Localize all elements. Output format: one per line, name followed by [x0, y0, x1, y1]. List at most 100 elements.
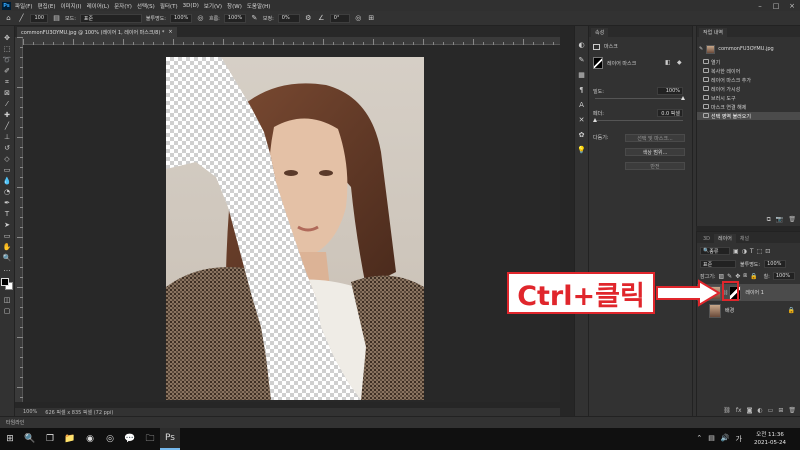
crop-tool-icon[interactable]: ⌗ — [2, 78, 13, 87]
gradient-tool-icon[interactable]: ▭ — [2, 166, 13, 175]
lasso-tool-icon[interactable]: ➰ — [2, 56, 13, 65]
delete-layer-icon[interactable]: 🗑 — [788, 407, 796, 414]
minimize-icon[interactable]: – — [752, 0, 768, 11]
status-zoom[interactable]: 100% — [23, 409, 37, 415]
angle-field[interactable]: 0° — [329, 13, 350, 23]
feather-slider-thumb[interactable] — [592, 118, 597, 122]
tab-layers[interactable]: 레이어 — [714, 234, 736, 243]
filter-pixel-icon[interactable]: ▣ — [733, 248, 739, 255]
invert-button[interactable]: 반전 — [625, 162, 685, 170]
add-mask-icon[interactable]: ◙ — [747, 407, 753, 414]
screen-mode-icon[interactable]: ▢ — [2, 307, 13, 316]
density-field[interactable]: 100% — [657, 87, 683, 95]
adjustment-layer-icon[interactable]: ◐ — [757, 407, 762, 414]
layer-style-icon[interactable]: fx — [736, 407, 742, 414]
menu-filter[interactable]: 필터(T) — [160, 2, 178, 10]
type-tool-icon[interactable]: T — [2, 210, 13, 219]
paths-icon[interactable]: ✎ — [577, 55, 587, 65]
healing-tool-icon[interactable]: ✚ — [2, 111, 13, 120]
swatches-icon[interactable]: ▦ — [577, 70, 587, 80]
vector-mask-icon[interactable]: ◆ — [677, 59, 682, 66]
menu-type[interactable]: 문자(Y) — [114, 2, 132, 10]
horizontal-ruler[interactable] — [23, 37, 560, 45]
paragraph-icon[interactable]: ¶ — [577, 85, 587, 95]
hand-tool-icon[interactable]: ✋ — [2, 243, 13, 252]
tab-properties[interactable]: 속성 — [591, 28, 609, 37]
network-icon[interactable]: ▤ — [708, 434, 715, 444]
tool-presets-icon[interactable]: ✕ — [577, 115, 587, 125]
filter-adjust-icon[interactable]: ◑ — [742, 248, 747, 255]
angle-icon[interactable]: ∠ — [317, 14, 326, 23]
new-layer-icon[interactable]: ⊞ — [778, 407, 783, 414]
filter-smart-icon[interactable]: ⊡ — [765, 248, 770, 255]
document-canvas[interactable] — [166, 57, 424, 400]
timeline-label[interactable]: 타임라인 — [6, 419, 24, 426]
frame-tool-icon[interactable]: ⊠ — [2, 89, 13, 98]
zoom-tool-icon[interactable]: 🔍 — [2, 254, 13, 263]
vertical-ruler[interactable] — [15, 37, 23, 402]
brush-size-preset[interactable]: 100 — [30, 13, 48, 23]
smoothing-field[interactable]: 0% — [277, 13, 300, 23]
filter-type-icon[interactable]: T — [750, 248, 754, 255]
windows-start-icon[interactable]: ⊞ — [0, 428, 20, 450]
taskbar-clock[interactable]: 오전 11:36 2021-05-24 — [754, 431, 786, 447]
foreground-color-swatch[interactable] — [1, 278, 9, 286]
task-view-icon[interactable]: ❐ — [40, 428, 60, 450]
menu-view[interactable]: 보기(V) — [204, 2, 222, 10]
adjustments-icon[interactable]: ◐ — [577, 40, 587, 50]
home-icon[interactable]: ⌂ — [4, 14, 13, 23]
history-item[interactable]: 마스크 연결 해제 — [697, 103, 800, 111]
layer-name[interactable]: 레이어 1 — [745, 289, 764, 296]
more-tools-icon[interactable]: … — [2, 265, 13, 274]
lock-position-icon[interactable]: ✥ — [735, 273, 740, 280]
learn-icon[interactable]: 💡 — [577, 145, 587, 155]
kakaotalk-icon[interactable]: 💬 — [120, 428, 140, 450]
taskbar-search-icon[interactable]: 🔍 — [20, 428, 40, 450]
symmetry-icon[interactable]: ⊞ — [367, 14, 376, 23]
pressure-size-icon[interactable]: ◎ — [354, 14, 363, 23]
character-icon[interactable]: A — [577, 100, 587, 110]
group-icon[interactable]: ▭ — [768, 407, 774, 414]
marquee-tool-icon[interactable]: ⬚ — [2, 45, 13, 54]
tray-expand-icon[interactable]: ⌃ — [696, 434, 702, 444]
menu-image[interactable]: 이미지(I) — [60, 2, 81, 10]
menu-help[interactable]: 도움말(H) — [247, 2, 271, 10]
tab-3d[interactable]: 3D — [699, 234, 714, 243]
link-layers-icon[interactable]: ⛓ — [723, 407, 731, 414]
history-item[interactable]: 레이어 마스크 추가 — [697, 76, 800, 84]
pen-tool-icon[interactable]: ✒ — [2, 199, 13, 208]
file-folder-icon[interactable]: 🗀 — [140, 428, 160, 450]
path-select-tool-icon[interactable]: ➤ — [2, 221, 13, 230]
mode-select[interactable]: 표준 — [79, 13, 142, 23]
density-slider-track[interactable] — [595, 98, 683, 99]
move-tool-icon[interactable]: ✥ — [2, 34, 13, 43]
color-swatches[interactable] — [1, 278, 13, 290]
quick-mask-icon[interactable]: ◫ — [2, 296, 13, 305]
density-slider-thumb[interactable] — [680, 96, 685, 100]
blur-tool-icon[interactable]: 💧 — [2, 177, 13, 186]
layer-name[interactable]: 배경 — [725, 307, 734, 314]
file-explorer-icon[interactable]: 📁 — [60, 428, 80, 450]
document-tab[interactable]: commonFU3OYMU.jpg @ 100% (레이어 1, 레이어 마스크… — [17, 27, 177, 37]
opacity-field[interactable]: 100% — [169, 13, 192, 23]
tab-history[interactable]: 작업 내역 — [699, 28, 727, 37]
filter-shape-icon[interactable]: ⬚ — [757, 248, 763, 255]
flow-field[interactable]: 100% — [223, 13, 246, 23]
new-document-icon[interactable]: ⧉ — [767, 216, 771, 224]
stamp-tool-icon[interactable]: ⊥ — [2, 133, 13, 142]
eraser-tool-icon[interactable]: ◇ — [2, 155, 13, 164]
history-item[interactable]: 선택 영역 불러오기 — [697, 112, 800, 120]
brush-tool-icon[interactable]: ╱ — [17, 14, 26, 23]
close-tab-icon[interactable]: × — [168, 29, 172, 35]
airbrush-icon[interactable]: ✎ — [250, 14, 259, 23]
fill-field[interactable]: 100% — [772, 272, 795, 280]
edge-browser-icon[interactable]: ◉ — [80, 428, 100, 450]
lock-all-icon[interactable]: 🔒 — [750, 273, 757, 280]
feather-slider-track[interactable] — [595, 120, 683, 121]
history-item[interactable]: 레이어 가시성 — [697, 85, 800, 93]
menu-file[interactable]: 파일(F) — [15, 2, 33, 10]
quick-select-tool-icon[interactable]: ✐ — [2, 67, 13, 76]
status-doc-info[interactable]: 626 픽셀 x 835 픽셀 (72 ppi) — [45, 409, 113, 416]
photoshop-taskbar-icon[interactable]: Ps — [160, 428, 180, 450]
smoothing-settings-icon[interactable]: ⚙ — [304, 14, 313, 23]
